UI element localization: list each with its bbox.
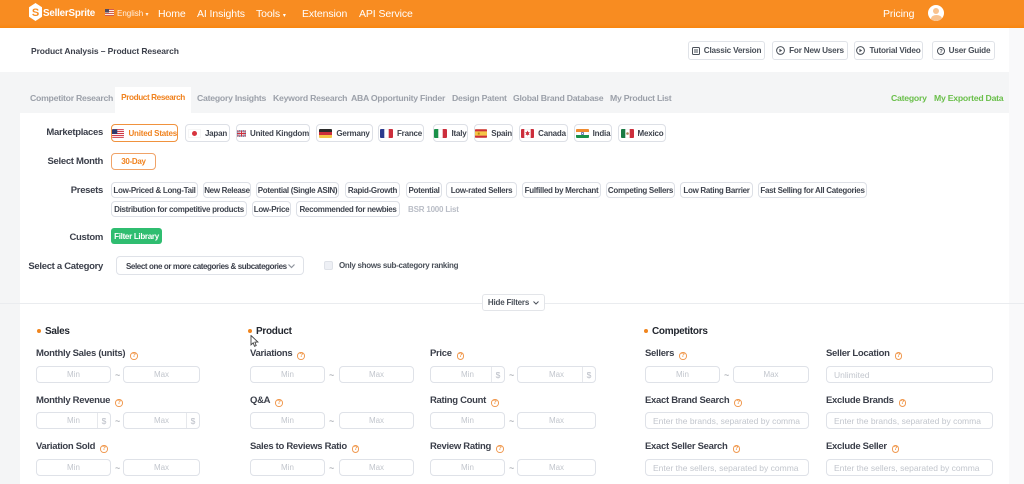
svg-text:S: S: [32, 7, 39, 19]
